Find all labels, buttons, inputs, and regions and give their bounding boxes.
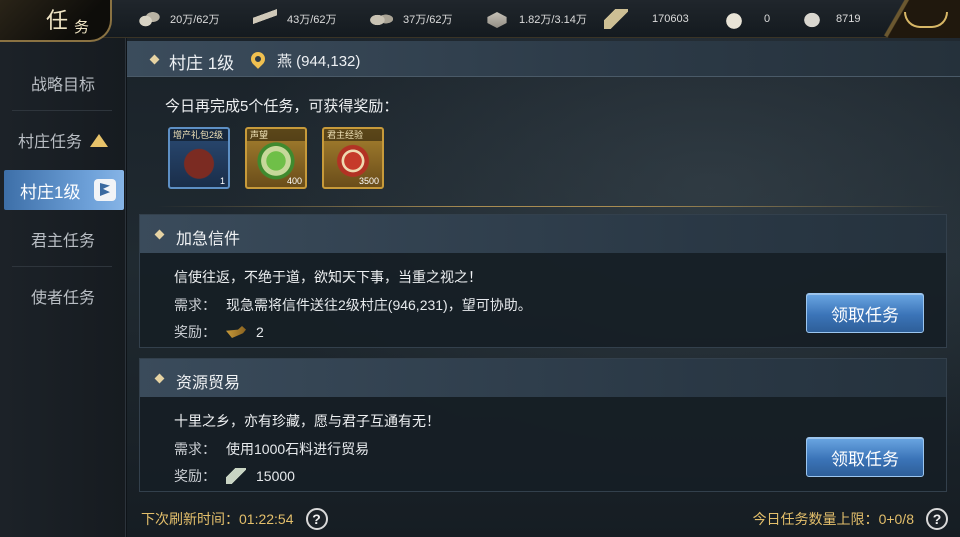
task-main-panel: 村庄 1级 燕 (944,132) 今日再完成5个任务，可获得奖励： 增产礼包2… bbox=[127, 38, 960, 537]
reward-label: 奖励： bbox=[174, 468, 216, 484]
refresh-label: 下次刷新时间： bbox=[141, 511, 239, 527]
village-location[interactable]: 燕 (944,132) bbox=[277, 50, 360, 71]
collapse-triangle-icon bbox=[90, 133, 108, 147]
sidebar-divider bbox=[12, 110, 112, 111]
sidebar-item-label: 使者任务 bbox=[30, 290, 95, 307]
grain-value: 20万/62万 bbox=[170, 14, 220, 26]
requirement-label: 需求： bbox=[174, 297, 216, 313]
quest-reward: 奖励： 15000 bbox=[174, 466, 295, 486]
sidebar-item-label: 君主任务 bbox=[30, 233, 95, 250]
resource-silver: 8719 bbox=[800, 0, 860, 38]
resource-stone: 37万/62万 bbox=[369, 0, 453, 38]
requirement-label: 需求： bbox=[174, 441, 216, 457]
reward-label: 奖励： bbox=[174, 324, 216, 340]
location-pin-icon bbox=[248, 49, 268, 69]
sidebar-item-village-tasks[interactable]: 村庄任务 bbox=[0, 117, 126, 163]
refresh-timer: 下次刷新时间： 01:22:54 ? bbox=[141, 508, 328, 530]
daily-task-limit: 今日任务数量上限： 0+0/8 ? bbox=[753, 508, 948, 530]
gold-value: 0 bbox=[764, 13, 771, 25]
task-panel-logo: 任 务 bbox=[0, 0, 112, 42]
reward-amount: 15000 bbox=[256, 468, 295, 484]
wood-value: 43万/62万 bbox=[287, 14, 337, 26]
resource-gold: 0 bbox=[722, 0, 770, 38]
reward-item-name: 增产礼包2级 bbox=[170, 129, 228, 141]
sidebar-item-lord-tasks[interactable]: 君主任务 bbox=[0, 216, 126, 262]
reward-prompt: 今日再完成5个任务，可获得奖励： bbox=[165, 98, 399, 115]
village-header: 村庄 1级 燕 (944,132) bbox=[127, 41, 960, 77]
accept-quest-button[interactable]: 领取任务 bbox=[806, 437, 924, 477]
quest-card-header: 加急信件 bbox=[140, 215, 946, 253]
accept-quest-button[interactable]: 领取任务 bbox=[806, 293, 924, 333]
resource-bar: 任 务 20万/62万 43万/62万 37万/62万 1.82万/3.14万 … bbox=[0, 0, 960, 42]
quest-title: 资源贸易 bbox=[176, 375, 241, 392]
stone-value: 37万/62万 bbox=[403, 14, 453, 26]
help-question-icon[interactable]: ? bbox=[926, 508, 948, 530]
reward-item-name: 声望 bbox=[247, 129, 305, 141]
diamond-bullet-icon bbox=[154, 373, 165, 384]
iron-value: 1.82万/3.14万 bbox=[519, 14, 587, 26]
requirement-text: 现急需将信件送往2级村庄(946,231)，望可协助。 bbox=[226, 297, 532, 313]
silver-value: 8719 bbox=[836, 13, 861, 25]
logo-char-2: 务 bbox=[74, 18, 90, 36]
sidebar-item-village-level-1[interactable]: 村庄1级 bbox=[4, 170, 124, 210]
diamond-bullet-icon bbox=[149, 54, 160, 65]
reward-item-count: 3500 bbox=[358, 176, 379, 186]
quest-description: 信使往返，不绝于道，欲知天下事，当重之视之！ bbox=[174, 269, 482, 285]
quest-description: 十里之乡，亦有珍藏，愿与君子互通有无！ bbox=[174, 413, 440, 429]
help-question-icon[interactable]: ? bbox=[305, 508, 328, 530]
wood-icon bbox=[253, 9, 277, 29]
decree-icon bbox=[604, 9, 628, 29]
refresh-time: 01:22:54 bbox=[239, 511, 294, 527]
quest-card-resource-trade: 资源贸易 十里之乡，亦有珍藏，愿与君子互通有无！ 需求： 使用1000石料进行贸易… bbox=[139, 358, 947, 492]
quest-card-header: 资源贸易 bbox=[140, 359, 946, 397]
horse-icon bbox=[226, 326, 246, 338]
sidebar-item-label: 战略目标 bbox=[30, 77, 95, 94]
grain-icon bbox=[136, 9, 160, 29]
quest-requirement: 需求： 使用1000石料进行贸易 bbox=[174, 439, 369, 459]
resource-iron: 1.82万/3.14万 bbox=[485, 0, 587, 38]
sidebar-divider bbox=[12, 266, 112, 267]
limit-label: 今日任务数量上限： bbox=[752, 511, 879, 527]
resource-decree: 170603 bbox=[604, 0, 689, 38]
resource-grain: 20万/62万 bbox=[136, 0, 220, 38]
sidebar-item-envoy-tasks[interactable]: 使者任务 bbox=[0, 273, 126, 319]
quest-reward: 奖励： 2 bbox=[174, 322, 264, 342]
limit-value: 0+0/8 bbox=[878, 511, 914, 527]
diamond-bullet-icon bbox=[154, 229, 165, 240]
reward-item-name: 君主经验 bbox=[324, 129, 382, 141]
sidebar-item-label: 村庄任务 bbox=[17, 134, 82, 151]
village-title: 村庄 1级 bbox=[169, 54, 235, 73]
section-divider bbox=[157, 206, 947, 207]
requirement-text: 使用1000石料进行贸易 bbox=[226, 441, 370, 457]
quest-title: 加急信件 bbox=[176, 231, 241, 248]
gold-ingot-icon bbox=[722, 9, 746, 29]
quest-requirement: 需求： 现急需将信件送往2级村庄(946,231)，望可协助。 bbox=[174, 295, 532, 315]
stone-icon bbox=[369, 9, 393, 29]
reward-amount: 2 bbox=[256, 324, 264, 340]
close-panel-button[interactable] bbox=[870, 0, 960, 40]
logo-char-1: 任 bbox=[46, 9, 69, 34]
reward-item-prestige[interactable]: 声望 400 bbox=[245, 127, 307, 189]
sidebar-item-strategic-goals[interactable]: 战略目标 bbox=[0, 60, 126, 106]
wood-icon bbox=[226, 468, 246, 484]
iron-icon bbox=[487, 12, 507, 28]
sidebar-item-label: 村庄1级 bbox=[20, 182, 81, 202]
silver-ingot-icon bbox=[800, 9, 824, 29]
reward-item-lord-exp[interactable]: 君主经验 3500 bbox=[322, 127, 384, 189]
quest-card-urgent-letter: 加急信件 信使往返，不绝于道，欲知天下事，当重之视之！ 需求： 现急需将信件送往2… bbox=[139, 214, 947, 348]
reward-item-production-pack[interactable]: 增产礼包2级 1 bbox=[168, 127, 230, 189]
task-category-sidebar: 战略目标 村庄任务 村庄1级 君主任务 使者任务 bbox=[0, 38, 126, 537]
resource-wood: 43万/62万 bbox=[253, 0, 337, 38]
flag-icon bbox=[94, 179, 116, 201]
decree-value: 170603 bbox=[652, 13, 689, 25]
reward-item-count: 400 bbox=[286, 176, 302, 186]
reward-item-count: 1 bbox=[219, 176, 225, 186]
